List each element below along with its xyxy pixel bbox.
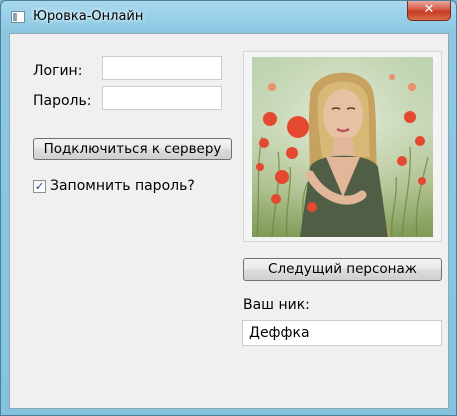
portrait-photo xyxy=(252,57,433,237)
app-icon xyxy=(11,11,25,23)
password-input[interactable] xyxy=(102,86,222,110)
close-button[interactable]: ✕ xyxy=(407,1,451,21)
client-area: Логин: Пароль: Подключиться к серверу ✓ … xyxy=(9,33,449,409)
character-photo-frame xyxy=(243,51,442,242)
login-label: Логин: xyxy=(33,63,83,79)
nickname-label: Ваш ник: xyxy=(243,297,310,313)
connect-button[interactable]: Подключиться к серверу xyxy=(33,138,232,160)
next-character-button[interactable]: Следущий персонаж xyxy=(243,258,442,281)
title-bar[interactable]: Юровка-Онлайн ✕ xyxy=(1,1,456,33)
remember-password-checkbox[interactable]: ✓ xyxy=(33,180,46,193)
window-title: Юровка-Онлайн xyxy=(33,9,144,24)
app-window: Юровка-Онлайн ✕ Логин: Пароль: Подключит… xyxy=(0,0,457,416)
portrait-illustration xyxy=(252,57,433,237)
password-label: Пароль: xyxy=(33,93,92,109)
remember-password-label: Запомнить пароль? xyxy=(50,178,195,194)
login-input[interactable] xyxy=(102,56,222,80)
checkmark-icon: ✓ xyxy=(34,180,45,193)
close-icon: ✕ xyxy=(423,2,435,17)
nickname-input[interactable] xyxy=(242,320,442,346)
